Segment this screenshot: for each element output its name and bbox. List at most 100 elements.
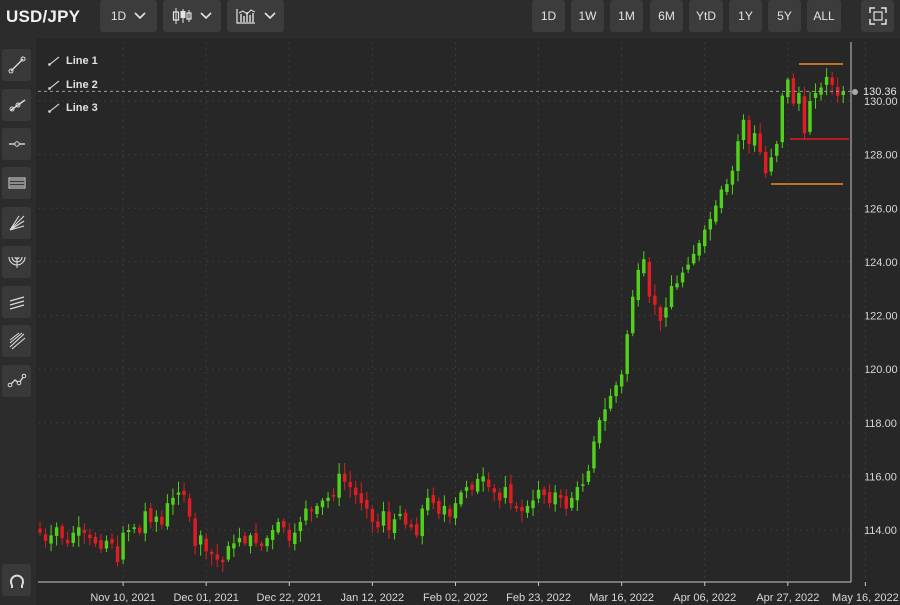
candle-body [597, 420, 602, 444]
candle-body [354, 487, 358, 496]
candle-body [775, 143, 779, 156]
candle-body [675, 283, 679, 288]
legend-line-3[interactable]: Line 3 [48, 100, 98, 116]
candle-body [99, 540, 103, 549]
candle-body [808, 101, 812, 132]
legend-line-2[interactable]: Line 2 [48, 77, 98, 93]
candle-body [309, 509, 314, 512]
candle-body [342, 473, 347, 482]
candle-body [359, 493, 364, 504]
candle-body [381, 511, 386, 526]
candle-body [414, 524, 419, 536]
legend-label: Line 2 [66, 79, 98, 91]
candle-body [498, 492, 502, 501]
y-tick-label: 128.00 [864, 150, 898, 162]
x-tick-label: Apr 06, 2022 [673, 592, 736, 604]
candle-body [525, 505, 530, 513]
candle-body [287, 529, 291, 541]
candle-body [38, 528, 42, 533]
x-tick-label: Jan 12, 2022 [341, 592, 405, 604]
candle-body [226, 546, 231, 560]
candle-body [204, 538, 208, 552]
x-tick-label: May 16, 2022 [832, 592, 899, 604]
candle-body [115, 546, 120, 563]
candle-body [459, 492, 463, 505]
candle-body [558, 494, 563, 498]
line-tool-icon [48, 56, 60, 66]
candle-body [642, 259, 646, 274]
legend-line-1[interactable]: Line 1 [48, 53, 98, 69]
candle-body [437, 500, 441, 514]
x-tick-label: Apr 27, 2022 [756, 592, 819, 604]
candle-body [293, 532, 297, 545]
candle-body [60, 526, 64, 539]
candle-body [564, 496, 568, 509]
price-chart[interactable]: 114.00 116.00 118.00 120.00 122.00 124.00 126.… [0, 0, 900, 605]
candle-body [370, 508, 375, 522]
candle-body [542, 489, 546, 496]
candle-body [265, 538, 269, 547]
candle-body [276, 521, 280, 533]
candle-body [65, 539, 70, 544]
candle-body [475, 479, 480, 492]
candle-body [193, 518, 197, 547]
candle-body [619, 374, 624, 387]
candle-body [647, 261, 652, 297]
candle-body [198, 535, 203, 545]
y-tick-label: 122.00 [864, 311, 898, 323]
candle-body [154, 516, 159, 522]
candle-body [802, 96, 807, 134]
candle-body [824, 76, 829, 85]
y-tick-label: 126.00 [864, 203, 898, 215]
candle-body [680, 272, 685, 283]
candle-body [392, 519, 397, 534]
candle-body [132, 527, 136, 529]
x-tick-label: Dec 22, 2021 [257, 592, 322, 604]
candle-body [398, 513, 402, 516]
candle-body [481, 476, 485, 482]
candle-body [492, 488, 496, 493]
current-price-label: 130.36 [863, 86, 897, 98]
candle-body [813, 92, 818, 98]
candle-body [176, 492, 181, 495]
candle-body [149, 508, 153, 522]
x-tick-label: Feb 23, 2022 [506, 592, 571, 604]
candle-body [686, 264, 690, 270]
x-tick-label: Mar 16, 2022 [589, 592, 654, 604]
candle-body [110, 538, 114, 544]
candle-body [49, 535, 53, 544]
candle-body [486, 479, 491, 488]
candle-body [631, 296, 635, 334]
candle-body [104, 540, 109, 549]
candle-body [315, 505, 319, 515]
candle-body [298, 521, 303, 532]
candle-body [747, 120, 751, 144]
y-tick-label: 120.00 [864, 364, 898, 376]
candle-body [703, 229, 707, 247]
candle-body [365, 499, 369, 509]
candle-body [143, 511, 147, 534]
line-tool-icon [48, 80, 60, 90]
candle-body [769, 157, 773, 172]
candle-body [697, 243, 701, 256]
y-tick-label: 116.00 [864, 471, 897, 483]
candle-body [719, 189, 724, 208]
current-price-marker [852, 89, 858, 95]
candle-body [221, 559, 225, 563]
candle-body [653, 295, 657, 305]
candle-body [254, 533, 258, 544]
legend-label: Line 3 [66, 102, 98, 114]
candle-body [736, 141, 740, 171]
candle-body [503, 487, 508, 498]
candle-body [531, 500, 535, 509]
candle-body [514, 505, 519, 509]
candle-body [43, 534, 48, 541]
candle-body [536, 489, 541, 499]
candle-body [614, 385, 618, 397]
candle-body [82, 529, 87, 533]
candle-body [664, 307, 668, 318]
candle-body [426, 497, 430, 511]
candle-body [658, 307, 663, 321]
legend-label: Line 1 [66, 55, 98, 67]
candle-body [88, 534, 92, 539]
